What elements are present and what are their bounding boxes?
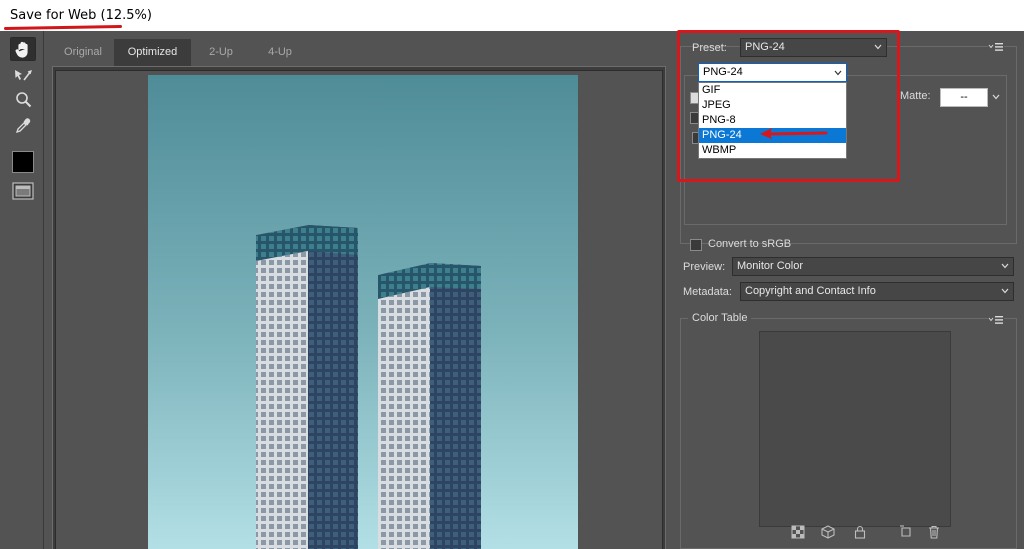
- zoom-tool-button[interactable]: [10, 87, 36, 111]
- tab-2-up[interactable]: 2-Up: [191, 39, 251, 66]
- metadata-value: Copyright and Contact Info: [745, 285, 876, 297]
- matte-label: Matte:: [900, 90, 931, 102]
- tool-bar: [0, 31, 44, 549]
- color-table-menu-button[interactable]: [988, 314, 1004, 324]
- view-tabs: Original Optimized 2-Up 4-Up: [52, 39, 670, 66]
- magnifier-icon: [15, 91, 31, 107]
- convert-srgb-label: Convert to sRGB: [708, 238, 792, 250]
- tab-original[interactable]: Original: [52, 39, 114, 66]
- optimized-preview-pane: [55, 70, 663, 549]
- annotation-highlight-box: [677, 30, 900, 182]
- hand-tool-button[interactable]: [10, 37, 36, 61]
- eyedropper-icon: [15, 117, 31, 133]
- tab-optimized[interactable]: Optimized: [114, 39, 191, 66]
- cube-icon[interactable]: [821, 525, 835, 539]
- panel-menu-icon: [988, 316, 1003, 324]
- color-table-swatches[interactable]: [759, 331, 951, 527]
- window-title: Save for Web (12.5%): [10, 8, 152, 23]
- slice-visibility-icon: [12, 182, 34, 200]
- slice-select-tool-button[interactable]: [10, 63, 36, 87]
- metadata-select[interactable]: Copyright and Contact Info: [740, 282, 1014, 301]
- toggle-slices-visibility-button[interactable]: [12, 181, 34, 201]
- title-bar: Save for Web (12.5%): [0, 0, 1024, 31]
- panel-menu-icon: [988, 43, 1003, 51]
- chevron-down-icon: [1001, 263, 1009, 269]
- convert-srgb-checkbox[interactable]: [690, 239, 702, 251]
- matte-select[interactable]: --: [940, 88, 988, 107]
- trash-icon[interactable]: [927, 525, 941, 539]
- color-table-title: Color Table: [688, 312, 752, 324]
- chevron-down-icon: [1001, 288, 1009, 294]
- hand-icon: [15, 41, 28, 58]
- preview-canvas-area: [52, 66, 666, 549]
- preview-value: Monitor Color: [737, 260, 804, 272]
- panel-menu-button[interactable]: [988, 41, 1004, 51]
- lock-icon[interactable]: [853, 525, 867, 539]
- preview-label: Preview:: [683, 261, 726, 273]
- matte-value: --: [960, 91, 968, 103]
- preview-image[interactable]: [148, 75, 578, 549]
- buildings-photo: [148, 75, 578, 549]
- metadata-label: Metadata:: [683, 286, 732, 298]
- eyedropper-tool-button[interactable]: [10, 113, 36, 137]
- slice-select-icon: [15, 70, 32, 81]
- tab-4-up[interactable]: 4-Up: [251, 39, 309, 66]
- color-table-group: [680, 318, 1017, 549]
- eyedropper-color-swatch[interactable]: [12, 151, 34, 173]
- title-annotation-underline: [3, 24, 123, 31]
- web-shift-icon[interactable]: [791, 525, 805, 539]
- matte-chevron-icon[interactable]: [992, 94, 1000, 100]
- new-color-icon[interactable]: [899, 525, 913, 539]
- preview-select[interactable]: Monitor Color: [732, 257, 1014, 276]
